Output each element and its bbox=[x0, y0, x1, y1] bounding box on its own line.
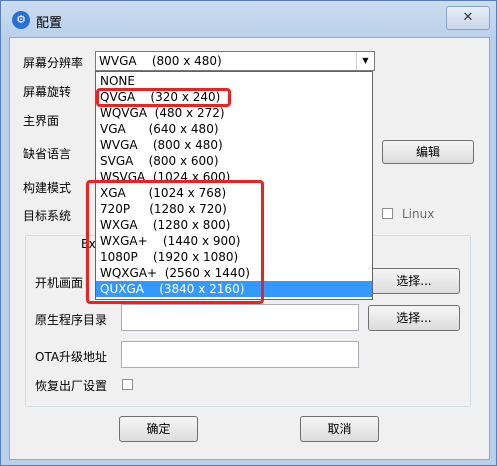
choose-native-dir-button[interactable]: 选择... bbox=[368, 305, 460, 331]
settings-icon: ⚙ bbox=[12, 11, 30, 29]
resolution-label: 屏幕分辨率 bbox=[23, 56, 84, 70]
factory-reset-checkbox[interactable] bbox=[122, 379, 133, 390]
ok-button[interactable]: 确定 bbox=[119, 416, 198, 442]
config-dialog: ⚙ 配置 ✕ 屏幕分辨率 屏幕旋转 主界面 缺省语言 构建模式 目标系统 编辑 … bbox=[0, 0, 497, 466]
main-ui-label: 主界面 bbox=[23, 114, 60, 128]
rotation-label: 屏幕旋转 bbox=[23, 85, 72, 99]
annotation-highlight-high-res bbox=[86, 180, 264, 304]
linux-label: Linux bbox=[402, 207, 435, 221]
choose-boot-screen-button[interactable]: 选择... bbox=[368, 268, 460, 294]
close-button[interactable]: ✕ bbox=[446, 6, 490, 30]
option-svga[interactable]: SVGA (800 x 600) bbox=[96, 153, 372, 169]
default-language-label: 缺省语言 bbox=[23, 147, 72, 161]
ota-url-label: OTA升级地址 bbox=[35, 350, 108, 364]
target-system-label: 目标系统 bbox=[23, 209, 72, 223]
option-none[interactable]: NONE bbox=[96, 73, 372, 89]
factory-reset-label: 恢复出厂设置 bbox=[35, 379, 108, 393]
native-dir-input[interactable] bbox=[121, 304, 359, 331]
ota-url-input[interactable] bbox=[121, 341, 359, 368]
option-vga[interactable]: VGA (640 x 480) bbox=[96, 121, 372, 137]
resolution-select[interactable]: WVGA (800 x 480) ▼ bbox=[95, 51, 375, 71]
option-wvga[interactable]: WVGA (800 x 480) bbox=[96, 137, 372, 153]
chevron-down-icon[interactable]: ▼ bbox=[356, 52, 374, 70]
window-title: 配置 bbox=[36, 16, 63, 31]
edit-button[interactable]: 编辑 bbox=[382, 140, 474, 164]
resolution-select-value: WVGA (800 x 480) bbox=[99, 54, 222, 68]
build-mode-label: 构建模式 bbox=[23, 181, 72, 195]
annotation-highlight-qvga bbox=[96, 88, 231, 107]
title-bar[interactable]: ⚙ 配置 ✕ bbox=[1, 1, 496, 37]
boot-screen-label: 开机画面 bbox=[35, 276, 84, 290]
native-dir-label: 原生程序目录 bbox=[35, 313, 108, 327]
option-wqvga[interactable]: WQVGA (480 x 272) bbox=[96, 105, 372, 121]
linux-checkbox[interactable] bbox=[382, 208, 393, 219]
cancel-button[interactable]: 取消 bbox=[300, 416, 379, 442]
